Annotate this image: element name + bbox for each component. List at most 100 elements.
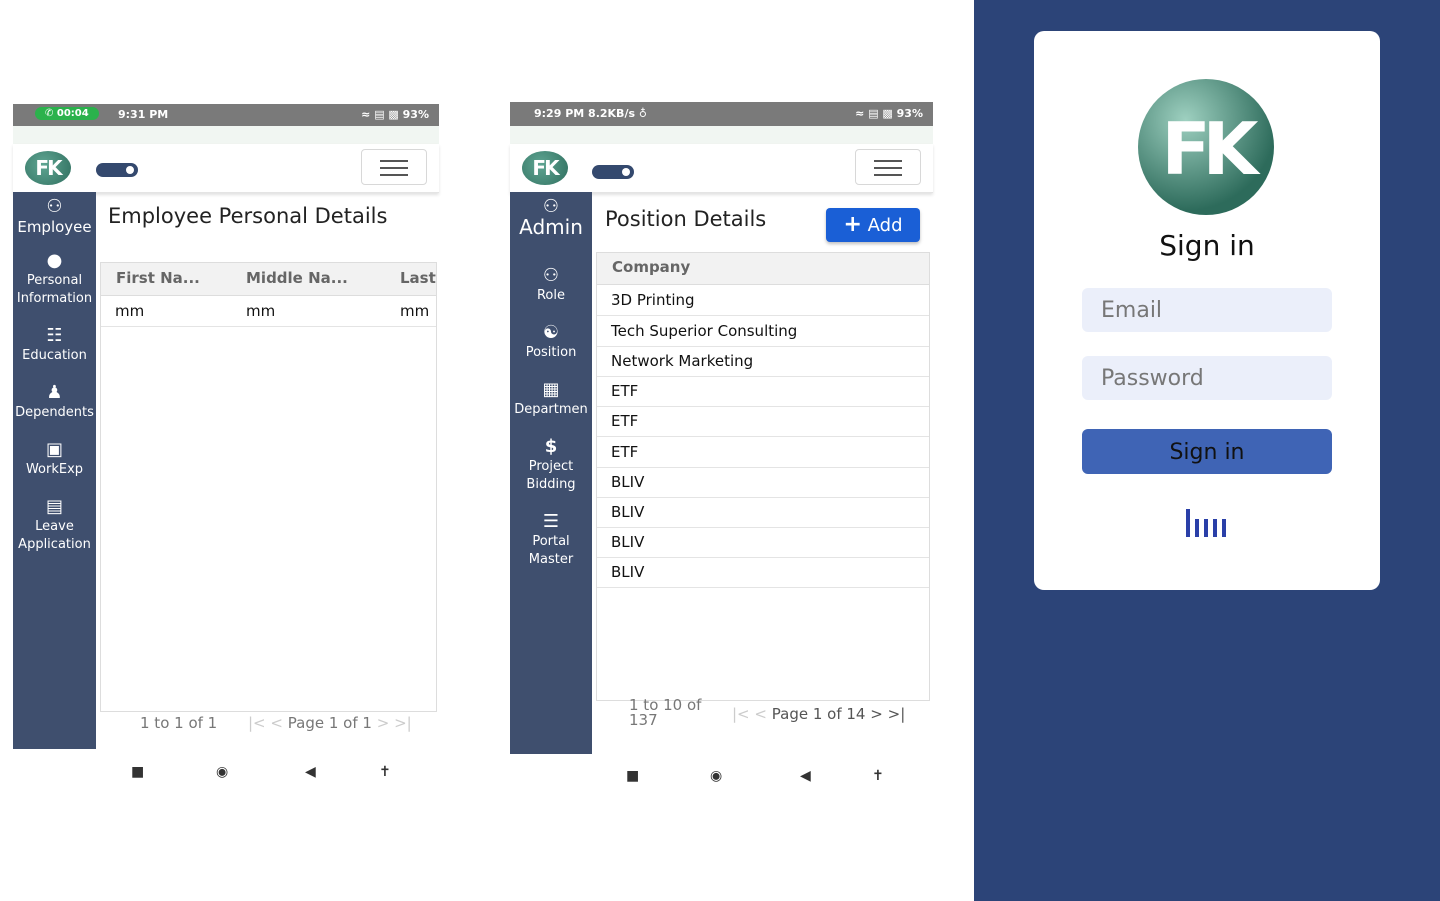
status-clock: 9:29 PM — [534, 107, 585, 120]
theme-toggle[interactable] — [96, 163, 138, 177]
table-row[interactable]: BLIV — [597, 557, 929, 588]
table-row[interactable]: Tech Superior Consulting — [597, 316, 929, 347]
sidebar-item-admin[interactable]: ⚇ Admin — [510, 196, 592, 240]
hamburger-icon — [380, 160, 408, 162]
menu-button[interactable] — [855, 149, 921, 185]
briefcase-icon: ▣ — [45, 439, 63, 460]
position-grid: Company 3D Printing Tech Superior Consul… — [596, 252, 930, 701]
theme-toggle[interactable] — [592, 165, 634, 179]
email-input[interactable] — [1099, 297, 1323, 324]
home-icon[interactable]: ◉ — [216, 764, 228, 780]
first-page-icon[interactable]: |< — [732, 705, 750, 723]
table-row[interactable]: 3D Printing — [597, 285, 929, 316]
page-title: Employee Personal Details — [108, 204, 388, 228]
grid-header: Company — [597, 253, 929, 285]
sidebar-item-role[interactable]: ⚇ Role — [510, 265, 592, 305]
table-row[interactable]: ETF — [597, 376, 929, 407]
next-page-icon[interactable]: > — [377, 714, 390, 732]
user-icon: ● — [46, 250, 63, 271]
network-speed: 8.2KB/s — [588, 107, 636, 120]
top-band — [13, 126, 439, 144]
menu-button[interactable] — [361, 149, 427, 185]
accessibility-icon[interactable]: ✝ — [872, 768, 884, 784]
sidebar-item-employee[interactable]: ⚇ Employee — [13, 196, 96, 238]
table-row[interactable]: BLIV — [597, 467, 929, 498]
fk-logo[interactable]: FK — [522, 151, 568, 185]
dollar-icon: $ — [544, 436, 558, 457]
loader-bar — [1204, 519, 1208, 537]
logo-text: FK — [1161, 107, 1259, 191]
sidebar-item-label: Role — [536, 288, 565, 303]
prev-page-icon[interactable]: < — [270, 714, 283, 732]
back-icon[interactable]: ◀ — [800, 768, 811, 784]
android-nav-bar: ■ ◉ ◀ ✝ — [510, 756, 933, 796]
last-page-icon[interactable]: >| — [888, 705, 906, 723]
table-row[interactable]: BLIV — [597, 497, 929, 528]
fk-logo: FK — [1138, 79, 1274, 215]
chair-icon: ☯ — [542, 322, 560, 343]
app-header: FK — [13, 144, 439, 193]
cell-company: BLIV — [611, 563, 645, 581]
column-header-company[interactable]: Company — [612, 258, 690, 276]
phone-screen-position: 9:29 PM 8.2KB/s ♁ ≈ ▤ ▩ 93% FK ⚇ Admin ⚇ R… — [510, 102, 933, 798]
home-icon[interactable]: ◉ — [710, 768, 722, 784]
person-icon: ♟ — [46, 382, 63, 403]
sidebar-item-education[interactable]: ☷ Education — [13, 325, 96, 365]
status-battery: ≈ ▤ ▩ 93% — [361, 108, 429, 121]
bank-icon: ☷ — [46, 325, 63, 346]
sidebar-item-leave-application[interactable]: ▤ Leave Application — [13, 496, 96, 554]
sidebar-item-dependents[interactable]: ♟ Dependents — [13, 382, 96, 422]
sidebar: ⚇ Employee ● Personal Information ☷ Educatio… — [13, 192, 96, 749]
sidebar-item-department[interactable]: ▦ Departmen — [510, 379, 592, 419]
login-panel: FK Sign in Sign in — [974, 0, 1440, 901]
sidebar-item-label: Portal Master — [528, 534, 574, 567]
fk-logo[interactable]: FK — [25, 151, 71, 185]
hamburger-line — [380, 167, 408, 169]
pager-controls: |< < Page 1 of 1 > >| — [248, 714, 412, 732]
password-field[interactable] — [1082, 356, 1332, 400]
status-time: 9:31 PM — [118, 108, 169, 121]
sign-in-button[interactable]: Sign in — [1082, 429, 1332, 474]
sidebar-item-label: Departmen — [514, 402, 588, 417]
column-header-last-name[interactable]: Last — [400, 269, 436, 287]
document-icon: ▤ — [45, 496, 63, 517]
next-page-icon[interactable]: > — [870, 705, 883, 723]
loading-spinner-icon — [1186, 509, 1231, 537]
recents-icon[interactable]: ■ — [626, 768, 639, 784]
table-row[interactable]: ETF — [597, 406, 929, 437]
table-row[interactable]: Network Marketing — [597, 346, 929, 377]
table-row[interactable]: BLIV — [597, 527, 929, 558]
loader-bar — [1186, 509, 1190, 537]
column-header-middle-name[interactable]: Middle Na... — [246, 269, 348, 287]
accessibility-icon[interactable]: ✝ — [379, 764, 391, 780]
recents-icon[interactable]: ■ — [131, 764, 144, 780]
cell-company: ETF — [611, 412, 639, 430]
pager-range: 1 to 1 of 1 — [140, 714, 218, 732]
users-icon: ⚇ — [542, 265, 560, 286]
sidebar-item-personal-information[interactable]: ● Personal Information — [13, 250, 96, 308]
sidebar-item-project-bidding[interactable]: $ Project Bidding — [510, 436, 592, 494]
add-button[interactable]: + Add — [826, 208, 920, 242]
prev-page-icon[interactable]: < — [754, 705, 767, 723]
status-battery: ≈ ▤ ▩ 93% — [855, 107, 923, 120]
cell-company: BLIV — [611, 503, 645, 521]
sidebar-item-portal-master[interactable]: ☰ Portal Master — [510, 511, 592, 569]
loader-bar — [1213, 519, 1217, 537]
call-indicator: ✆ 00:04 — [35, 107, 99, 120]
table-row[interactable]: ETF — [597, 437, 929, 468]
last-page-icon[interactable]: >| — [394, 714, 412, 732]
sidebar-item-label: Project Bidding — [526, 459, 576, 492]
first-page-icon[interactable]: |< — [248, 714, 266, 732]
email-field[interactable] — [1082, 288, 1332, 332]
back-icon[interactable]: ◀ — [305, 764, 316, 780]
pager: 1 to 1 of 1 — [140, 714, 217, 732]
password-input[interactable] — [1099, 365, 1323, 392]
sidebar-item-label: Dependents — [15, 405, 94, 420]
sidebar-item-position[interactable]: ☯ Position — [510, 322, 592, 362]
loader-bar — [1222, 519, 1226, 537]
sidebar-item-workexp[interactable]: ▣ WorkExp — [13, 439, 96, 479]
table-row[interactable]: mm mm mm — [101, 296, 436, 327]
phone-screen-employee: ✆ 00:04 9:31 PM ≈ ▤ ▩ 93% FK ⚇ Employee ●… — [13, 104, 439, 794]
column-header-first-name[interactable]: First Na... — [116, 269, 200, 287]
sidebar-item-label: Education — [22, 348, 87, 363]
